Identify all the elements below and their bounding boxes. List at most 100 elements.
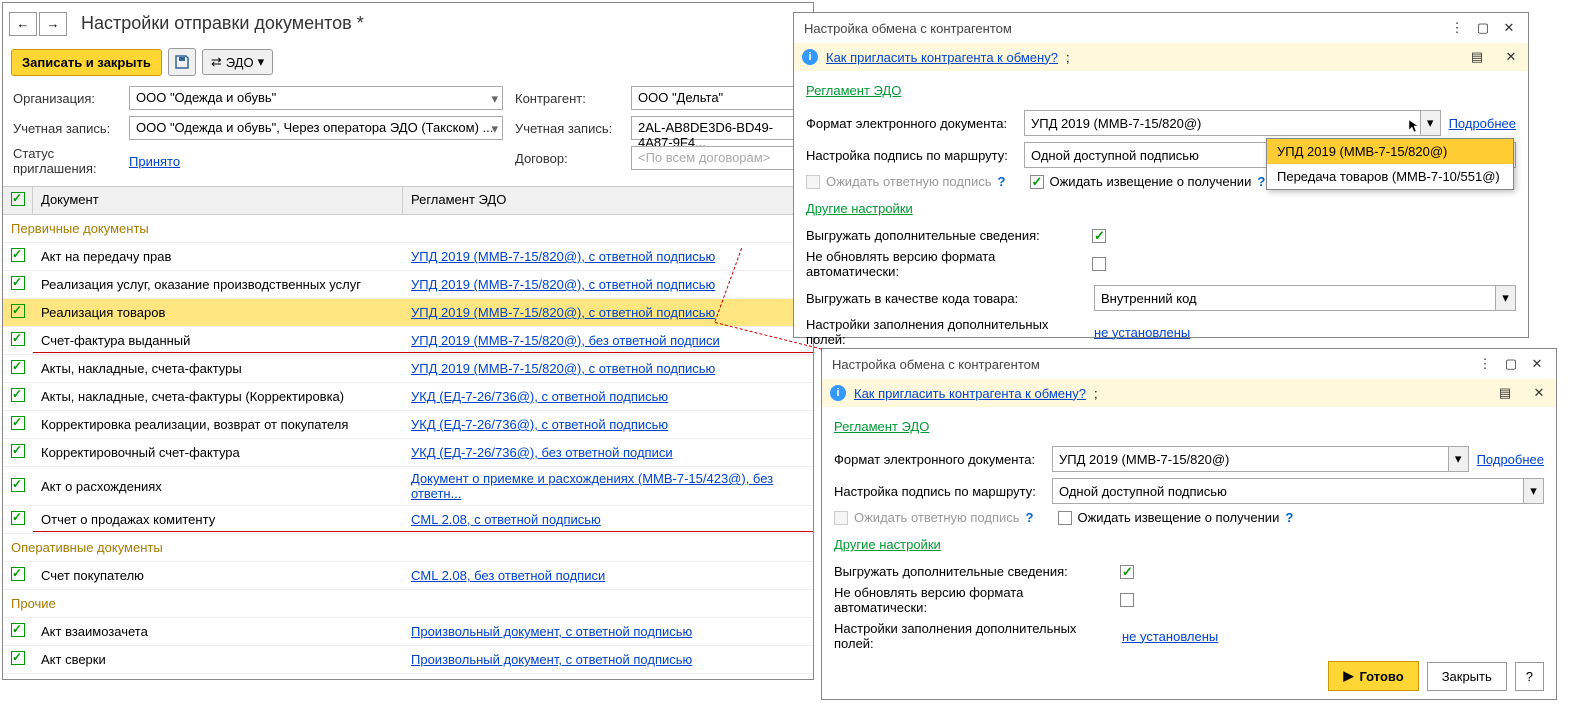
chevron-down-icon[interactable]: ▾	[1420, 111, 1440, 135]
format-dropdown-popup: УПД 2019 (ММВ-7-15/820@) Передача товаро…	[1266, 138, 1514, 190]
close-button[interactable]: Закрыть	[1427, 662, 1507, 691]
row-checkbox[interactable]	[11, 651, 25, 665]
chevron-down-icon[interactable]: ▾	[1448, 447, 1468, 471]
row-checkbox[interactable]	[11, 360, 25, 374]
no-auto-update-label: Не обновлять версию формата автоматическ…	[806, 249, 1086, 279]
help-icon[interactable]: ?	[1257, 174, 1265, 189]
reglament-section[interactable]: Регламент ЭДО	[834, 419, 929, 434]
row-checkbox[interactable]	[11, 388, 25, 402]
table-row[interactable]: Отчет о продажах комитентуCML 2.08, с от…	[3, 506, 813, 534]
nav-fwd-button[interactable]: →	[39, 12, 67, 36]
help-button[interactable]: ?	[1515, 662, 1544, 691]
row-checkbox[interactable]	[11, 444, 25, 458]
row-checkbox[interactable]	[11, 304, 25, 318]
contract-input[interactable]: <По всем договорам>	[631, 146, 803, 170]
maximize-icon[interactable]: ▢	[1502, 355, 1520, 373]
status-link[interactable]: Принято	[129, 154, 180, 169]
reglament-link[interactable]: УПД 2019 (ММВ-7-15/820@), с ответной под…	[411, 361, 715, 376]
reglament-link[interactable]: УКД (ЕД-7-26/736@), без ответной подписи	[411, 445, 673, 460]
table-row[interactable]: Акт взаимозачетаПроизвольный документ, с…	[3, 618, 813, 646]
more-link[interactable]: Подробнее	[1449, 116, 1516, 131]
format-label: Формат электронного документа:	[834, 452, 1044, 467]
details-icon[interactable]: ▤	[1496, 384, 1514, 402]
reglament-link[interactable]: УКД (ЕД-7-26/736@), с ответной подписью	[411, 389, 668, 404]
table-row[interactable]: Акт сверкиПроизвольный документ, с ответ…	[3, 646, 813, 674]
close-icon[interactable]: ✕	[1528, 355, 1546, 373]
account2-input[interactable]: 2AL-AB8DE3D6-BD49-4A87-9F4...	[631, 116, 803, 140]
save-and-close-button[interactable]: Записать и закрыть	[11, 49, 162, 76]
row-checkbox[interactable]	[11, 567, 25, 581]
table-row[interactable]: Акты, накладные, счета-фактуры (Корректи…	[3, 383, 813, 411]
row-checkbox[interactable]	[11, 478, 25, 492]
reglament-link[interactable]: УПД 2019 (ММВ-7-15/820@), с ответной под…	[411, 277, 715, 292]
row-checkbox[interactable]	[11, 416, 25, 430]
maximize-icon[interactable]: ▢	[1474, 19, 1492, 37]
export-code-dropdown[interactable]: Внутренний код ▾	[1094, 285, 1516, 311]
route-dropdown[interactable]: Одной доступной подписью ▾	[1052, 478, 1544, 504]
chevron-down-icon[interactable]: ▾	[1523, 479, 1543, 503]
counter-input[interactable]: ООО "Дельта"	[631, 86, 803, 110]
invite-link[interactable]: Как пригласить контрагента к обмену?	[826, 50, 1058, 65]
reglament-link[interactable]: УКД (ЕД-7-26/736@), с ответной подписью	[411, 417, 668, 432]
reglament-link[interactable]: Произвольный документ, с ответной подпис…	[411, 624, 692, 639]
table-row[interactable]: Реализация товаровУПД 2019 (ММВ-7-15/820…	[3, 299, 813, 327]
close-icon[interactable]: ✕	[1500, 19, 1518, 37]
save-icon-button[interactable]	[168, 48, 196, 76]
dropdown-option[interactable]: УПД 2019 (ММВ-7-15/820@)	[1267, 139, 1513, 164]
format-dropdown[interactable]: УПД 2019 (ММВ-7-15/820@) ▾	[1052, 446, 1469, 472]
main-window: ← → Настройки отправки документов * Запи…	[2, 2, 814, 680]
nav-back-button[interactable]: ←	[9, 12, 37, 36]
table-row[interactable]: Корректировочный счет-фактураУКД (ЕД-7-2…	[3, 439, 813, 467]
format-dropdown[interactable]: УПД 2019 (ММВ-7-15/820@) ▾	[1024, 110, 1441, 136]
fill-settings-link[interactable]: не установлены	[1122, 629, 1218, 644]
export-info-checkbox[interactable]	[1120, 565, 1134, 579]
row-checkbox[interactable]	[11, 623, 25, 637]
reglament-link[interactable]: УПД 2019 (ММВ-7-15/820@), без ответной п…	[411, 333, 720, 348]
menu-icon[interactable]: ⋮	[1476, 355, 1494, 373]
wait-notice-checkbox[interactable]	[1058, 511, 1072, 525]
table-row[interactable]: Акты, накладные, счета-фактурыУПД 2019 (…	[3, 355, 813, 383]
reglament-link[interactable]: УПД 2019 (ММВ-7-15/820@), с ответной под…	[411, 305, 715, 320]
account-input[interactable]: ООО "Одежда и обувь", Через оператора ЭД…	[129, 116, 503, 140]
edo-dropdown-button[interactable]: ⇄ ЭДО ▾	[202, 49, 273, 75]
chevron-down-icon[interactable]: ▾	[1495, 286, 1515, 310]
ready-button[interactable]: ▶Готово	[1328, 661, 1418, 691]
table-row[interactable]: Реализация услуг, оказание производствен…	[3, 271, 813, 299]
org-input[interactable]: ООО "Одежда и обувь"▾	[129, 86, 503, 110]
other-settings-section[interactable]: Другие настройки	[806, 201, 913, 216]
more-link[interactable]: Подробнее	[1477, 452, 1544, 467]
table-row[interactable]: Счет-фактура выданныйУПД 2019 (ММВ-7-15/…	[3, 327, 813, 355]
reglament-link[interactable]: Документ о приемке и расхождениях (ММВ-7…	[411, 471, 773, 501]
export-info-checkbox[interactable]	[1092, 229, 1106, 243]
row-checkbox[interactable]	[11, 248, 25, 262]
col-checkbox[interactable]	[3, 187, 33, 214]
table-row[interactable]: Корректировка реализации, возврат от пок…	[3, 411, 813, 439]
details-icon[interactable]: ▤	[1468, 48, 1486, 66]
reglament-link[interactable]: CML 2.08, без ответной подписи	[411, 568, 605, 583]
info-close-icon[interactable]: ✕	[1530, 384, 1548, 402]
table-row[interactable]: Счет покупателюCML 2.08, без ответной по…	[3, 562, 813, 590]
reglament-link[interactable]: УПД 2019 (ММВ-7-15/820@), с ответной под…	[411, 249, 715, 264]
fill-settings-link[interactable]: не установлены	[1094, 325, 1190, 340]
no-auto-update-checkbox[interactable]	[1092, 257, 1106, 271]
reglament-link[interactable]: CML 2.08, с ответной подписью	[411, 512, 601, 527]
row-checkbox[interactable]	[11, 276, 25, 290]
table-row[interactable]: Акт на передачу правУПД 2019 (ММВ-7-15/8…	[3, 243, 813, 271]
reglament-link[interactable]: Произвольный документ, с ответной подпис…	[411, 652, 692, 667]
help-icon[interactable]: ?	[1026, 510, 1034, 525]
help-icon[interactable]: ?	[998, 174, 1006, 189]
row-checkbox[interactable]	[11, 511, 25, 525]
info-close-icon[interactable]: ✕	[1502, 48, 1520, 66]
row-checkbox[interactable]	[11, 332, 25, 346]
wait-notice-checkbox[interactable]	[1030, 175, 1044, 189]
menu-icon[interactable]: ⋮	[1448, 19, 1466, 37]
help-icon[interactable]: ?	[1285, 510, 1293, 525]
table-row[interactable]: Акт о расхожденияхДокумент о приемке и р…	[3, 467, 813, 506]
no-auto-update-checkbox[interactable]	[1120, 593, 1134, 607]
no-auto-update-label: Не обновлять версию формата автоматическ…	[834, 585, 1114, 615]
invite-link[interactable]: Как пригласить контрагента к обмену?	[854, 386, 1086, 401]
other-settings-section[interactable]: Другие настройки	[834, 537, 941, 552]
account-label: Учетная запись:	[13, 121, 123, 136]
reglament-section[interactable]: Регламент ЭДО	[806, 83, 901, 98]
dropdown-option[interactable]: Передача товаров (ММВ-7-10/551@)	[1267, 164, 1513, 189]
